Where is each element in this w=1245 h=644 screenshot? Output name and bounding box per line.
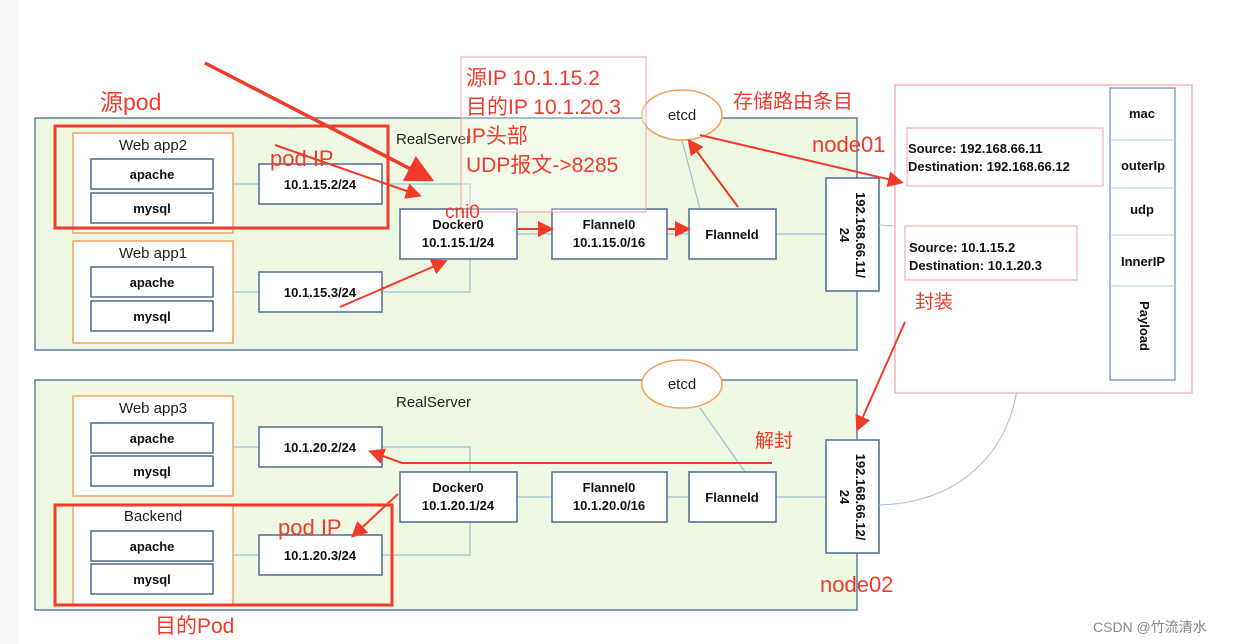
- note-line: UDP报文->8285: [466, 154, 618, 177]
- nic-ip: 192.168.66.12/: [853, 454, 868, 541]
- docker0-ip: 10.1.15.1/24: [422, 235, 495, 250]
- encapsulate-label: 封装: [915, 291, 953, 313]
- layer-outerip: outerIp: [1121, 158, 1165, 173]
- nic-mask: 24: [837, 228, 852, 243]
- container: mysql: [133, 309, 171, 324]
- container: apache: [130, 539, 175, 554]
- container: mysql: [133, 572, 171, 587]
- etcd-label: etcd: [668, 376, 696, 393]
- layer-payload: Payload: [1137, 301, 1152, 351]
- server-label: RealServer: [396, 394, 471, 411]
- pod-ip-label: pod IP: [278, 515, 342, 540]
- layer-innerip: InnerIP: [1121, 254, 1165, 269]
- pod-ip: 10.1.20.3/24: [284, 548, 357, 563]
- flanneld-label: Flanneld: [705, 490, 759, 505]
- decapsulate-label: 解封: [755, 430, 793, 452]
- etcd-label: etcd: [668, 107, 696, 124]
- pod-name: Backend: [124, 508, 182, 525]
- pod-ip: 10.1.20.2/24: [284, 440, 357, 455]
- flanneld-label: Flanneld: [705, 227, 759, 242]
- node01-label: node01: [812, 132, 885, 157]
- flannel-diagram: RealServer etcd Web app2 apache mysql We…: [0, 0, 1207, 644]
- flannel0-name: Flannel0: [583, 217, 636, 232]
- docker0-name: Docker0: [432, 480, 483, 495]
- store-routes-label: 存储路由条目: [733, 90, 853, 113]
- ip-header-note: 源IP 10.1.15.2 目的IP 10.1.20.3 IP头部 UDP报文-…: [460, 56, 647, 213]
- container: apache: [130, 275, 175, 290]
- flannel0-ip: 10.1.20.0/16: [573, 498, 645, 513]
- flannel0-name: Flannel0: [583, 480, 636, 495]
- note-line: 源IP 10.1.15.2: [466, 67, 600, 90]
- pod-backend: Backend apache mysql: [72, 504, 234, 606]
- container: apache: [130, 167, 175, 182]
- node02-label: node02: [820, 572, 893, 597]
- pod-name: Web app3: [119, 400, 187, 417]
- note-line: 目的IP 10.1.20.3: [466, 96, 621, 119]
- container: mysql: [133, 464, 171, 479]
- outer-source: Source: 192.168.66.11: [908, 141, 1042, 156]
- nic-ip: 192.168.66.11/: [853, 192, 868, 278]
- pod-ip: 10.1.15.3/24: [284, 285, 357, 300]
- pod-name: Web app1: [119, 245, 187, 262]
- nic-mask: 24: [837, 490, 852, 505]
- note-line: IP头部: [466, 125, 528, 148]
- dest-pod-label: 目的Pod: [155, 615, 234, 638]
- watermark: CSDN @竹流清水: [1093, 619, 1207, 635]
- outer-destination: Destination: 192.168.66.12: [908, 159, 1070, 174]
- container: apache: [130, 431, 175, 446]
- layer-udp: udp: [1130, 202, 1154, 217]
- pod-web-app2: Web app2 apache mysql: [72, 132, 234, 234]
- pod-web-app1: Web app1 apache mysql: [72, 240, 234, 344]
- server-label: RealServer: [396, 131, 471, 148]
- inner-destination: Destination: 10.1.20.3: [909, 258, 1042, 273]
- flannel0-ip: 10.1.15.0/16: [573, 235, 645, 250]
- layer-mac: mac: [1129, 106, 1155, 121]
- docker0-ip: 10.1.20.1/24: [422, 498, 495, 513]
- pod-name: Web app2: [119, 137, 187, 154]
- pod-ip-label: pod IP: [270, 146, 334, 171]
- pod-ip: 10.1.15.2/24: [284, 177, 357, 192]
- pod-web-app3: Web app3 apache mysql: [72, 395, 234, 497]
- container: mysql: [133, 201, 171, 216]
- cni0-label: cni0: [445, 202, 480, 223]
- node02-server: RealServer etcd Web app3 apache mysql Ba…: [34, 359, 880, 611]
- source-pod-label: 源pod: [100, 89, 161, 115]
- inner-source: Source: 10.1.15.2: [909, 240, 1015, 255]
- packet-panel: Source: 192.168.66.11 Destination: 192.1…: [894, 84, 1193, 394]
